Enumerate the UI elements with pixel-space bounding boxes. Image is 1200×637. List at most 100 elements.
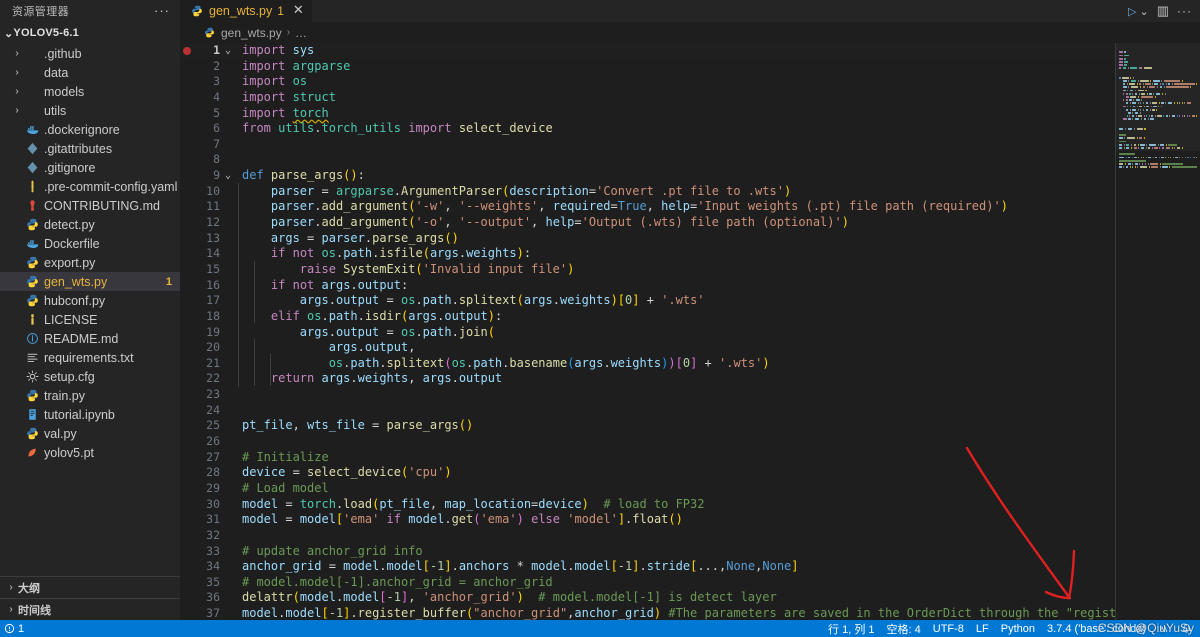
cursor-position[interactable]: 行 1, 列 1 [828,621,874,637]
language-mode[interactable]: Python [1001,623,1035,635]
file-item-contributing-md[interactable]: CONTRIBUTING.md [0,196,180,215]
code-line[interactable]: 28 device = select_device('cpu') [180,465,1116,481]
line-number: 15 [206,261,220,276]
code-line[interactable]: 34 anchor_grid = model.model[-1].anchors … [180,559,1116,575]
code-line[interactable]: 26 [180,434,1116,450]
code-line[interactable]: 33 # update anchor_grid info [180,544,1116,560]
code-line[interactable]: 9 ⌄ def parse_args(): [180,168,1116,184]
code-lines[interactable]: 1 ⌄ import sys 2 import argparse 3 import os 4 i… [180,43,1116,620]
chevron-right-icon[interactable]: › [4,604,18,615]
file-item-yolov5-pt[interactable]: yolov5.pt [0,443,180,462]
error-count[interactable]: 1 [4,623,24,635]
code-line[interactable]: 30 model = torch.load(pt_file, map_locati… [180,497,1116,513]
code-line[interactable]: 23 [180,387,1116,403]
file-item-train-py[interactable]: train.py [0,386,180,405]
code-line[interactable]: 11 parser.add_argument('-w', '--weights'… [180,199,1116,215]
more-actions-icon[interactable]: ··· [1177,4,1192,18]
chevron-right-icon[interactable]: › [10,86,24,97]
tree-item-label: setup.cfg [44,369,95,384]
breakpoint-gutter[interactable] [180,46,194,55]
chevron-down-icon[interactable]: ⌄ [1139,5,1148,18]
code-line[interactable]: 2 import argparse [180,59,1116,75]
code-line[interactable]: 15 raise SystemExit('Invalid input file'… [180,262,1116,278]
code-line[interactable]: 25 pt_file, wts_file = parse_args() [180,418,1116,434]
split-editor-icon[interactable]: ▥ [1157,3,1169,19]
code-line[interactable]: 12 parser.add_argument('-o', '--output',… [180,215,1116,231]
file-item--pre-commit-config-yaml[interactable]: .pre-commit-config.yaml [0,177,180,196]
file-item-detect-py[interactable]: detect.py [0,215,180,234]
code-line[interactable]: 17 args.output = os.path.splitext(args.w… [180,293,1116,309]
code-line[interactable]: 16 if not args.output: [180,278,1116,294]
sidebar-panel-outline[interactable]: › 大纲 [0,576,180,598]
code-line[interactable]: 21 os.path.splitext(os.path.basename(arg… [180,356,1116,372]
code-line[interactable]: 32 [180,528,1116,544]
code-line[interactable]: 27 # Initialize [180,450,1116,466]
file-item-tutorial-ipynb[interactable]: tutorial.ipynb [0,405,180,424]
folder-item--github[interactable]: › .github [0,44,180,63]
line-number: 37 [206,606,220,620]
workspace-root-row[interactable]: ⌄ YOLOV5-6.1 [0,22,180,44]
chevron-right-icon[interactable]: › [10,67,24,78]
code-line[interactable]: 6 from utils.torch_utils import select_de… [180,121,1116,137]
chevron-right-icon[interactable]: › [4,582,18,593]
code-line[interactable]: 37 model.model[-1].register_buffer("ancho… [180,606,1116,620]
file-tree[interactable]: › .github › data › models › utils .dockerignore.… [0,44,180,576]
indentation[interactable]: 空格: 4 [887,621,921,637]
code-line[interactable]: 22 return args.weights, args.output [180,371,1116,387]
fold-chevron-icon[interactable]: ⌄ [220,43,236,59]
code-line[interactable]: 20 args.output, [180,340,1116,356]
fold-chevron-icon[interactable]: ⌄ [220,168,236,184]
code-line[interactable]: 18 elif os.path.isdir(args.output): [180,309,1116,325]
close-icon[interactable]: ✕ [289,3,306,18]
file-item--dockerignore[interactable]: .dockerignore [0,120,180,139]
file-item-requirements-txt[interactable]: requirements.txt [0,348,180,367]
run-button[interactable]: ▷ [1128,5,1136,18]
code-line[interactable]: 1 ⌄ import sys [180,43,1116,59]
code-line[interactable]: 35 # model.model[-1].anchor_grid = anchor… [180,575,1116,591]
folder-item-models[interactable]: › models [0,82,180,101]
code-line[interactable]: 3 import os [180,74,1116,90]
python-icon [24,427,41,440]
code-line[interactable]: 7 [180,137,1116,153]
code-line[interactable]: 5 import torch [180,106,1116,122]
sidebar-panel-timeline[interactable]: › 时间线 [0,598,180,620]
file-item-setup-cfg[interactable]: setup.cfg [0,367,180,386]
python-interpreter[interactable]: 3.7.4 ('base': conda) [1047,623,1146,635]
tab-gen-wts-py[interactable]: gen_wts.py 1 ✕ [180,0,313,22]
bell-icon[interactable] [1181,623,1192,634]
breadcrumb-symbol[interactable]: … [295,26,307,40]
file-item-dockerfile[interactable]: Dockerfile [0,234,180,253]
ellipsis-icon[interactable]: ··· [154,4,170,17]
file-item-hubconf-py[interactable]: hubconf.py [0,291,180,310]
file-item-val-py[interactable]: val.py [0,424,180,443]
code-line[interactable]: 8 [180,152,1116,168]
breadcrumb-file[interactable]: gen_wts.py [221,26,282,40]
code-line[interactable]: 36 delattr(model.model[-1], 'anchor_grid'… [180,590,1116,606]
encoding[interactable]: UTF-8 [933,623,964,635]
file-item--gitattributes[interactable]: .gitattributes [0,139,180,158]
code-line[interactable]: 4 import struct [180,90,1116,106]
code-line[interactable]: 14 if not os.path.isfile(args.weights): [180,246,1116,262]
chevron-right-icon[interactable]: › [10,105,24,116]
eol[interactable]: LF [976,623,989,635]
file-item-export-py[interactable]: export.py [0,253,180,272]
file-item-license[interactable]: LICENSE [0,310,180,329]
folder-item-utils[interactable]: › utils [0,101,180,120]
file-item--gitignore[interactable]: .gitignore [0,158,180,177]
code-line[interactable]: 13 args = parser.parse_args() [180,231,1116,247]
code-line[interactable]: 31 model = model['ema' if model.get('ema'… [180,512,1116,528]
chevron-down-icon[interactable]: ⌄ [4,27,13,40]
code-line[interactable]: 29 # Load model [180,481,1116,497]
code-editor[interactable]: 1 ⌄ import sys 2 import argparse 3 import os 4 i… [180,43,1200,620]
feedback-icon[interactable]: A [1158,623,1169,634]
code-line[interactable]: 24 [180,403,1116,419]
breakpoint-icon[interactable] [183,46,191,55]
folder-item-data[interactable]: › data [0,63,180,82]
chevron-right-icon[interactable]: › [10,48,24,59]
file-item-gen-wts-py[interactable]: gen_wts.py 1 [0,272,180,291]
minimap[interactable] [1116,43,1200,620]
breadcrumb[interactable]: gen_wts.py › … [180,22,1200,43]
code-line[interactable]: 10 parser = argparse.ArgumentParser(desc… [180,184,1116,200]
file-item-readme-md[interactable]: README.md [0,329,180,348]
code-line[interactable]: 19 args.output = os.path.join( [180,325,1116,341]
